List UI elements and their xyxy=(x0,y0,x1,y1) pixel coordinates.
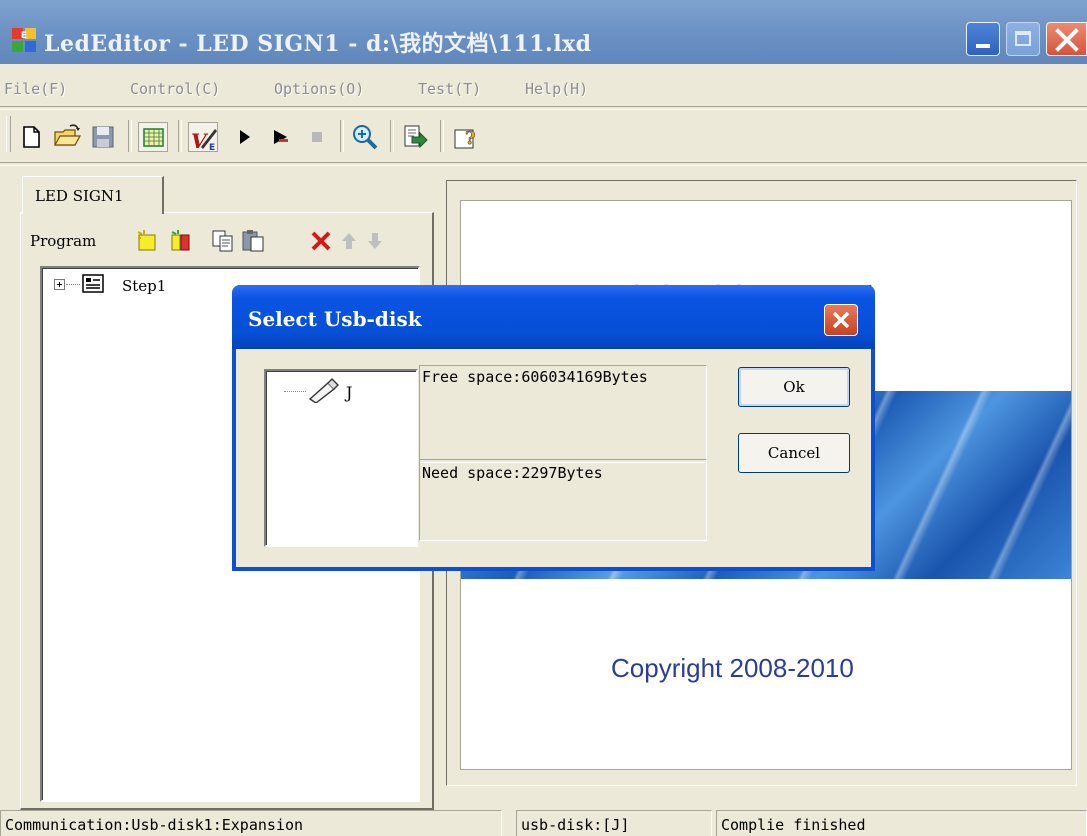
delete-button[interactable] xyxy=(308,228,334,254)
svg-text:E: E xyxy=(21,31,27,41)
title-bar[interactable]: E LedEditor - LED SIGN1 - d:\我的文档\111.lx… xyxy=(0,0,1087,64)
need-space-text: Need space:2297Bytes xyxy=(422,464,603,482)
minimize-icon xyxy=(976,44,990,48)
menu-control[interactable]: Control(C) xyxy=(130,80,220,98)
stop-button[interactable] xyxy=(302,122,332,152)
dialog-body: J Free space:606034169Bytes Need space:2… xyxy=(236,349,871,567)
grid-view-icon xyxy=(143,128,164,147)
arrow-down-icon xyxy=(368,233,382,249)
move-up-button[interactable] xyxy=(336,228,362,254)
open-folder-icon xyxy=(53,124,82,146)
delete-x-icon xyxy=(311,231,331,251)
move-down-button[interactable] xyxy=(362,228,388,254)
status-usb-disk: usb-disk:[J] xyxy=(516,810,712,836)
program-label: Program xyxy=(30,232,97,250)
play-icon xyxy=(240,130,250,144)
save-disk-icon xyxy=(92,126,114,148)
play-step-button[interactable] xyxy=(266,122,296,152)
minimize-button[interactable] xyxy=(966,22,1000,56)
tab-led-sign1-label: LED SIGN1 xyxy=(35,187,124,205)
toolbar-separator xyxy=(128,120,132,152)
stop-icon xyxy=(312,132,322,142)
step-node-icon xyxy=(82,274,104,293)
save-button[interactable] xyxy=(88,122,118,152)
toolbar-separator-line xyxy=(0,162,1087,166)
status-usb-disk-text: usb-disk:[J] xyxy=(521,816,630,834)
new-file-icon xyxy=(23,126,40,148)
new-step-icon xyxy=(171,230,190,251)
usb-drive-list[interactable]: J xyxy=(264,369,418,547)
add-step-button[interactable] xyxy=(168,228,194,254)
tab-led-sign1[interactable]: LED SIGN1 xyxy=(22,176,164,214)
tree-expand-icon[interactable] xyxy=(54,279,65,290)
copyright-text: Copyright 2008-2010 xyxy=(611,653,854,683)
paste-button[interactable] xyxy=(240,228,266,254)
usb-drive-icon xyxy=(308,378,339,403)
grid-view-button[interactable] xyxy=(138,122,168,152)
tree-item-step1[interactable]: Step1 xyxy=(122,277,166,295)
arrow-up-icon xyxy=(342,233,356,249)
cancel-button[interactable]: Cancel xyxy=(738,433,850,473)
free-space-panel: Free space:606034169Bytes xyxy=(419,365,707,463)
edit-text-button[interactable]: V E xyxy=(188,122,218,153)
toolbar-separator xyxy=(178,120,182,152)
paste-icon xyxy=(242,230,264,252)
menu-file[interactable]: File(F) xyxy=(4,80,67,98)
copy-button[interactable] xyxy=(210,228,236,254)
play-button[interactable] xyxy=(230,122,260,152)
menu-test[interactable]: Test(T) xyxy=(418,80,481,98)
select-usb-disk-dialog: Select Usb-disk J Free space:606034169By… xyxy=(232,285,875,571)
help-button[interactable]: ? xyxy=(452,122,482,152)
zoom-icon xyxy=(353,125,378,150)
status-communication: Communication:Usb-disk1:Expansion xyxy=(0,810,502,836)
tree-connector-line xyxy=(66,284,80,285)
toolbar-separator xyxy=(340,120,344,152)
new-program-icon xyxy=(137,230,156,251)
maximize-icon xyxy=(1015,31,1031,46)
close-icon xyxy=(1055,28,1079,52)
maximize-button[interactable] xyxy=(1006,22,1040,56)
status-message-text: Complie finished xyxy=(721,816,866,834)
export-button[interactable] xyxy=(400,122,430,152)
menu-bar: File(F) Control(C) Options(O) Test(T) He… xyxy=(0,70,1087,104)
copy-icon xyxy=(212,230,233,252)
close-icon xyxy=(832,311,850,329)
dialog-close-button[interactable] xyxy=(824,304,858,336)
svg-text:E: E xyxy=(209,143,215,153)
export-icon xyxy=(404,125,428,149)
ok-button[interactable]: Ok xyxy=(738,367,850,407)
status-message: Complie finished xyxy=(716,810,1087,836)
tree-connector-line xyxy=(284,391,306,392)
open-file-button[interactable] xyxy=(52,122,82,152)
edit-pen-icon: V E xyxy=(191,129,217,153)
led-editor-app-icon: E xyxy=(12,28,36,52)
toolbar-separator xyxy=(440,120,444,152)
menu-help[interactable]: Help(H) xyxy=(525,80,588,98)
toolbar: V E ? xyxy=(0,110,1087,158)
status-communication-text: Communication:Usb-disk1:Expansion xyxy=(5,816,304,834)
usb-drive-label[interactable]: J xyxy=(346,383,352,402)
new-file-button[interactable] xyxy=(16,122,46,152)
window-title: LedEditor - LED SIGN1 - d:\我的文档\111.lxd xyxy=(44,31,592,57)
need-space-panel: Need space:2297Bytes xyxy=(419,459,707,541)
dialog-title: Select Usb-disk xyxy=(248,307,422,331)
close-window-button[interactable] xyxy=(1046,22,1087,56)
zoom-button[interactable] xyxy=(350,122,380,152)
svg-text:?: ? xyxy=(465,128,476,149)
toolbar-grip[interactable] xyxy=(6,116,11,152)
help-icon: ? xyxy=(454,128,476,149)
play-step-icon xyxy=(274,130,288,144)
free-space-text: Free space:606034169Bytes xyxy=(422,368,648,386)
dialog-title-bar[interactable]: Select Usb-disk xyxy=(232,285,875,349)
toolbar-separator xyxy=(390,120,394,152)
add-program-button[interactable] xyxy=(134,228,160,254)
menu-options[interactable]: Options(O) xyxy=(274,80,364,98)
